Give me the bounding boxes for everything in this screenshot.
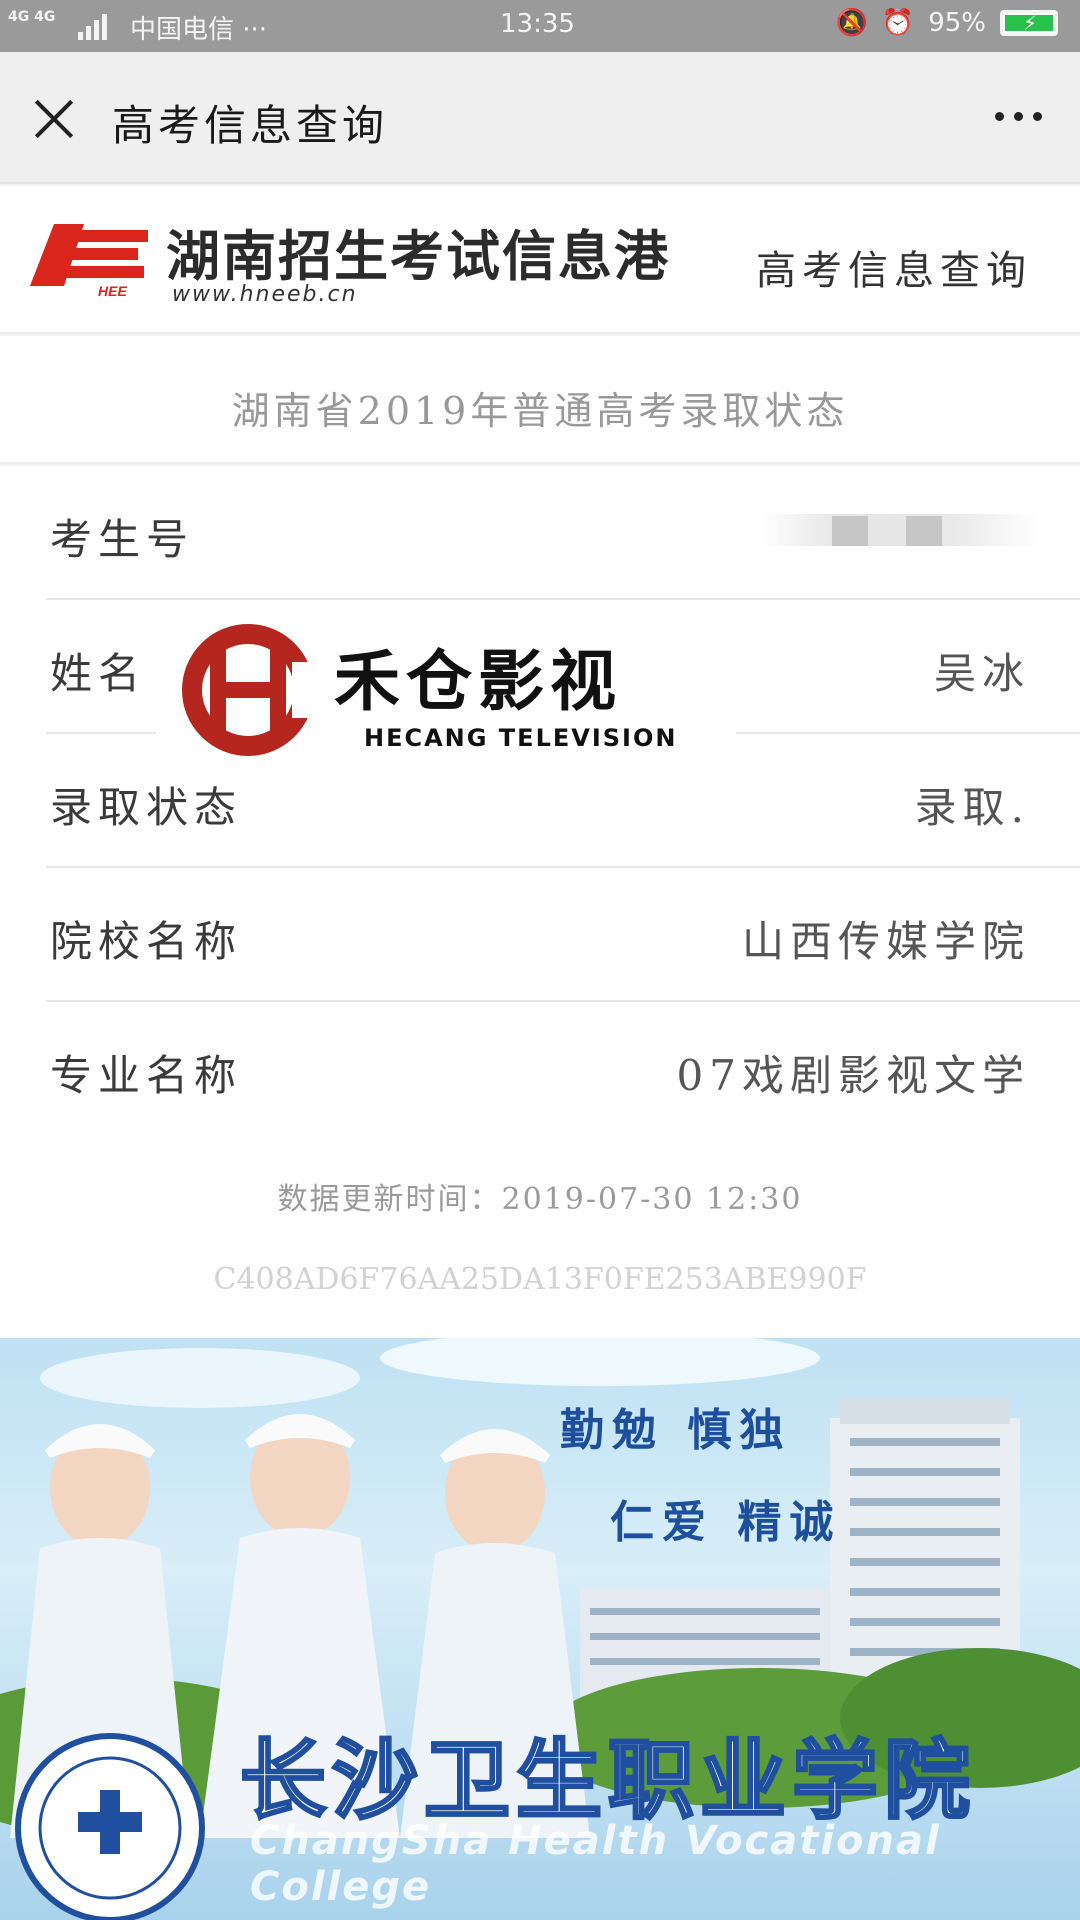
logo-text: HEE <box>98 283 127 298</box>
hecang-logo-icon <box>182 624 316 756</box>
network-type: 4G 4G <box>8 9 56 25</box>
site-header: HEE 湖南招生考试信息港 www.hneeb.cn 高考信息查询 <box>0 186 1080 334</box>
site-name: 湖南招生考试信息港 <box>166 224 670 288</box>
site-query-link[interactable]: 高考信息查询 <box>756 238 1032 296</box>
row-exam-number: 考生号 <box>0 466 1080 600</box>
row-label: 专业名称 <box>50 1051 243 1100</box>
update-time: 数据更新时间：2019-07-30 12:30 <box>277 1182 803 1217</box>
redacted-value <box>760 510 1050 550</box>
nav-title: 高考信息查询 <box>112 101 389 150</box>
row-major-name: 专业名称 07戏剧影视文学 <box>0 1002 1080 1136</box>
row-label: 院校名称 <box>50 917 243 966</box>
status-right: 🔕 ⏰ 95% ⚡ <box>835 8 1058 38</box>
alarm-icon: ⏰ <box>881 8 915 38</box>
clock: 13:35 <box>500 9 575 39</box>
row-value: 吴冰 <box>933 649 1030 698</box>
row-school-name: 院校名称 山西传媒学院 <box>0 868 1080 1002</box>
college-name-cn: 长沙卫生职业学院 <box>239 1729 976 1833</box>
subtitle-band: 湖南省2019年普通高考录取状态 <box>0 336 1080 464</box>
motto-line-2: 仁爱 精诚 <box>610 1497 842 1548</box>
row-label: 录取状态 <box>50 783 243 832</box>
site-url[interactable]: www.hneeb.cn <box>172 282 358 307</box>
college-banner[interactable]: 勤勉 慎独 仁爱 精诚 长沙卫生职业学院 ChangSha Health Voc… <box>0 1338 1080 1920</box>
watermark-cn: 禾仓影视 <box>334 643 622 720</box>
college-name-en: ChangSha Health Vocational College <box>250 1818 941 1910</box>
watermark: 禾仓影视 HECANG TELEVISION <box>156 604 736 764</box>
carrier-name: 中国电信 ··· <box>130 15 268 45</box>
nav-bar: 高考信息查询 <box>0 52 1080 184</box>
battery-percent: 95% <box>928 8 986 38</box>
battery-charging-icon: ⚡ <box>1000 10 1058 36</box>
motto-line-1: 勤勉 慎独 <box>560 1405 792 1456</box>
status-bar: 4G 4G 中国电信 ··· 13:35 🔕 ⏰ 95% ⚡ <box>0 0 1080 52</box>
row-label: 姓名 <box>50 649 147 698</box>
row-value: 录取. <box>914 783 1030 832</box>
result-list: 考生号 姓名 吴冰 录取状态 录取. 院校名称 山西传媒学院 专业名称 07戏剧… <box>0 466 1080 1138</box>
page-subtitle: 湖南省2019年普通高考录取状态 <box>231 389 849 433</box>
site-logo-icon[interactable]: HEE <box>24 216 152 298</box>
signal-icon <box>78 12 116 40</box>
watermark-en: HECANG TELEVISION <box>364 724 678 752</box>
more-options-icon[interactable] <box>995 112 1042 121</box>
row-value: 山西传媒学院 <box>741 917 1030 966</box>
row-label: 考生号 <box>50 515 195 564</box>
meta-info: 数据更新时间：2019-07-30 12:30 C408AD6F76AA25DA… <box>0 1138 1080 1338</box>
row-value: 07戏剧影视文学 <box>676 1051 1030 1100</box>
mute-icon: 🔕 <box>835 8 868 38</box>
record-hash: C408AD6F76AA25DA13F0FE253ABE990F <box>213 1262 867 1297</box>
close-icon[interactable] <box>26 92 82 148</box>
